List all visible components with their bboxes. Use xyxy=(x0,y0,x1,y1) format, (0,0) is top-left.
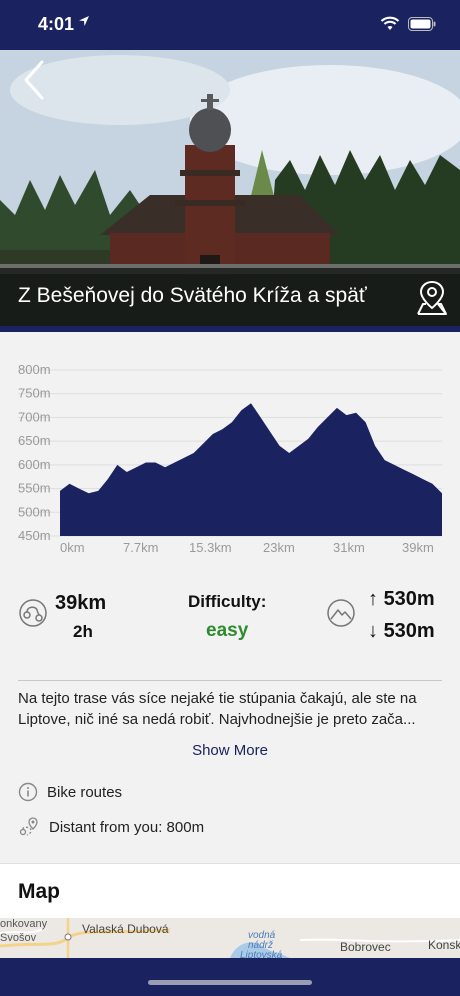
category-row: Bike routes xyxy=(18,778,122,806)
back-chevron-icon[interactable] xyxy=(16,58,56,102)
y-tick-label: 700m xyxy=(18,409,51,424)
map-section-header: Map xyxy=(0,863,460,918)
home-indicator xyxy=(148,980,312,985)
status-bar: 4:01 xyxy=(0,0,460,50)
location-arrow-icon xyxy=(79,16,89,26)
x-tick-label: 31km xyxy=(333,540,365,555)
route-stats: 39km 2h Difficulty: easy ↑ 530m ↓ 530m xyxy=(0,580,460,660)
duration-value: 2h xyxy=(73,622,93,641)
x-tick-label: 0km xyxy=(60,540,85,555)
difficulty-label: Difficulty: xyxy=(188,592,267,611)
ascent-text: 530m xyxy=(383,588,435,610)
route-title: Z Bešeňovej do Svätého Kríža a späť xyxy=(18,284,367,307)
x-tick-label: 15.3km xyxy=(189,540,232,555)
distance-from-you-row: Distant from you: 800m xyxy=(18,813,204,841)
elevation-chart-svg: 800m 750m 700m 650m 600m 550m 500m 450m 0km 7.7k… xyxy=(18,362,442,555)
y-tick-label: 500m xyxy=(18,504,51,519)
descent-text: 530m xyxy=(383,620,435,642)
difficulty-value: easy xyxy=(206,620,249,641)
x-tick-label: 23km xyxy=(263,540,295,555)
hero-header: Z Bešeňovej do Svätého Kríža a späť xyxy=(0,50,460,332)
route-icon xyxy=(19,599,47,627)
x-tick-label: 39km xyxy=(402,540,434,555)
map-title: Map xyxy=(18,880,60,903)
distance-value: 39km xyxy=(55,592,107,614)
description-line-2: Liptove, nič iné sa nedá robiť. Najvhodn… xyxy=(18,711,416,728)
arrow-down-icon: ↓ xyxy=(368,620,378,642)
status-time: 4:01 xyxy=(38,14,75,34)
description-line-1: Na tejto trase vás síce nejaké tie stúpa… xyxy=(18,690,417,707)
map-label: Konsk xyxy=(428,938,460,952)
divider xyxy=(18,680,442,681)
route-description: Na tejto trase vás síce nejaké tie stúpa… xyxy=(18,688,444,730)
y-tick-label: 800m xyxy=(18,362,51,377)
map-label: Valaská Dubová xyxy=(82,922,169,936)
elevation-area xyxy=(60,403,442,536)
y-tick-label: 750m xyxy=(18,386,51,401)
distance-from-you-text: Distant from you: 800m xyxy=(49,818,205,836)
map-background xyxy=(0,918,460,958)
y-tick-label: 550m xyxy=(18,481,51,496)
category-text: Bike routes xyxy=(47,783,123,801)
map-label: Liptovská xyxy=(240,950,283,958)
y-tick-label: 450m xyxy=(18,528,51,543)
hero-underline xyxy=(0,326,460,332)
home-bar-area xyxy=(0,958,460,996)
battery-icon xyxy=(408,16,436,31)
descent-value: ↓ 530m xyxy=(368,620,435,643)
wifi-icon xyxy=(380,16,400,30)
map-view[interactable]: onkovany Svošov Valaská Dubová vodná nád… xyxy=(0,918,460,958)
show-more-button[interactable]: Show More xyxy=(0,742,460,759)
location-distance-icon xyxy=(19,817,38,836)
elevation-chart: 800m 750m 700m 650m 600m 550m 500m 450m 0km 7.7k… xyxy=(0,350,460,555)
map-label: onkovany xyxy=(0,918,48,930)
y-tick-label: 650m xyxy=(18,433,51,448)
map-pin-icon[interactable] xyxy=(412,278,452,318)
mountain-icon xyxy=(327,599,355,627)
title-bar: Z Bešeňovej do Svätého Kríža a späť xyxy=(0,268,460,326)
map-label: Svošov xyxy=(0,932,37,944)
info-icon xyxy=(18,782,38,802)
y-tick-label: 600m xyxy=(18,457,51,472)
x-tick-label: 7.7km xyxy=(123,540,158,555)
ascent-value: ↑ 530m xyxy=(368,588,435,611)
arrow-up-icon: ↑ xyxy=(368,588,378,610)
map-label: Bobrovec xyxy=(340,940,391,954)
